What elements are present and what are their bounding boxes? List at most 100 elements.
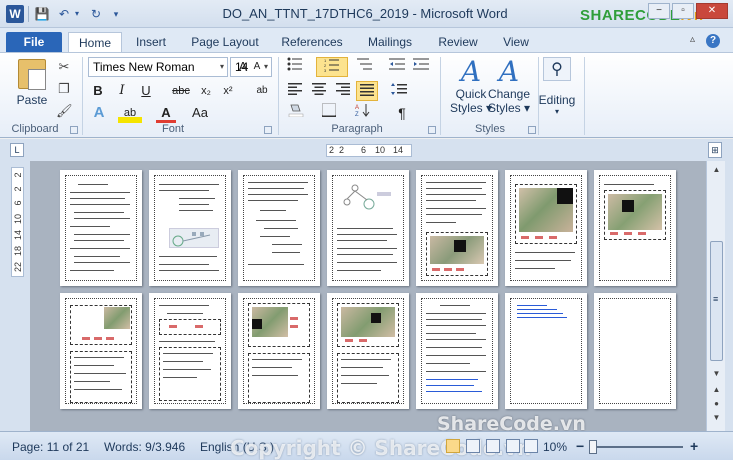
sort-icon[interactable]: AZ (352, 103, 374, 123)
text-effects-button[interactable]: A (88, 103, 110, 123)
text-line (341, 383, 377, 384)
page-thumbnail[interactable] (594, 293, 676, 409)
scroll-thumb[interactable]: ≡ (710, 241, 723, 361)
copy-icon[interactable]: ❐ (56, 81, 72, 97)
word-app-icon[interactable]: W (6, 5, 24, 23)
minimize-button[interactable]: − (648, 3, 670, 19)
page-count[interactable]: Page: 11 of 21 (12, 440, 89, 454)
justify-icon[interactable] (356, 81, 378, 101)
select-browse-object-icon[interactable]: ● (710, 399, 723, 411)
tab-home[interactable]: Home (68, 32, 122, 52)
page-thumbnail[interactable] (327, 170, 409, 286)
editing-button[interactable]: ⚲ Editing ▾ (536, 57, 578, 121)
help-icon[interactable]: ? (706, 34, 720, 48)
change-case-button[interactable]: Aa (188, 103, 212, 123)
superscript-button[interactable]: x² (218, 81, 238, 101)
font-launcher-icon[interactable] (264, 126, 272, 134)
tab-page-layout[interactable]: Page Layout (186, 32, 264, 52)
horizontal-ruler[interactable]: 2 2 6 10 14 (326, 144, 412, 157)
previous-page-icon[interactable]: ▲ (710, 385, 723, 397)
zoom-in-button[interactable]: + (690, 438, 698, 454)
increase-indent-icon[interactable] (410, 57, 432, 77)
page-thumbnail[interactable] (149, 293, 231, 409)
decrease-indent-icon[interactable] (386, 57, 408, 77)
bullets-icon[interactable] (284, 57, 306, 77)
format-painter-icon[interactable]: 🖌 (56, 103, 73, 119)
bold-button[interactable]: B (88, 81, 108, 101)
tab-view[interactable]: View (494, 32, 538, 52)
phonetic-guide-icon[interactable]: ab (252, 81, 272, 101)
next-page-icon[interactable]: ▼ (710, 413, 723, 425)
undo-icon[interactable]: ↶ (56, 6, 72, 22)
undo-dropdown-icon[interactable]: ▾ (72, 6, 82, 22)
page-thumbnail[interactable] (594, 170, 676, 286)
vertical-ruler[interactable]: 2 2 6 10 14 18 22 (11, 167, 24, 277)
font-name-box[interactable]: Times New Roman ▾ (88, 57, 228, 77)
document-canvas[interactable]: ShareCode.vn (30, 161, 706, 431)
font-color-button[interactable]: A (156, 103, 176, 123)
underline-button[interactable]: U (136, 81, 156, 101)
page-thumbnail[interactable] (60, 170, 142, 286)
word-count[interactable]: Words: 9/3.946 (104, 440, 185, 454)
restore-button[interactable]: ▫ (672, 3, 694, 19)
italic-button[interactable]: I (112, 81, 132, 101)
zoom-slider-thumb[interactable] (589, 440, 597, 454)
full-screen-reading-icon[interactable] (466, 439, 480, 453)
paste-icon[interactable] (18, 59, 46, 90)
zoom-level[interactable]: 10% (543, 440, 567, 454)
paste-button[interactable]: Paste (14, 93, 50, 107)
page-thumbnail[interactable] (327, 293, 409, 409)
vertical-scrollbar[interactable]: ▲ ≡ ▼ ▲ ● ▼ (706, 161, 725, 431)
shrink-font-icon[interactable]: A (250, 57, 264, 77)
cut-icon[interactable]: ✂ (56, 59, 72, 75)
page-thumbnail[interactable] (416, 293, 498, 409)
change-styles-button[interactable]: A Change Styles ▾ (482, 57, 536, 121)
line-spacing-icon[interactable] (386, 81, 412, 101)
close-button[interactable]: ✕ (696, 3, 728, 19)
print-layout-icon[interactable] (446, 439, 460, 453)
scroll-down-icon[interactable]: ▼ (710, 369, 723, 381)
align-right-icon[interactable] (332, 81, 354, 101)
page-thumbnail[interactable] (238, 293, 320, 409)
strikethrough-button[interactable]: abc (168, 81, 194, 101)
styles-launcher-icon[interactable] (528, 126, 536, 134)
grow-font-icon[interactable]: A (236, 57, 250, 77)
web-layout-icon[interactable] (486, 439, 500, 453)
zoom-out-button[interactable]: − (576, 438, 584, 454)
page-thumbnail[interactable] (505, 170, 587, 286)
text-line (248, 200, 298, 201)
tab-review[interactable]: Review (432, 32, 484, 52)
show-hide-marks-button[interactable]: ¶ (392, 103, 412, 123)
tab-insert[interactable]: Insert (126, 32, 176, 52)
numbering-icon[interactable]: 123 (316, 57, 348, 77)
redo-icon[interactable]: ↻ (88, 6, 104, 22)
chevron-down-icon[interactable]: ▾ (264, 58, 268, 76)
page-thumbnail[interactable] (60, 293, 142, 409)
align-left-icon[interactable] (284, 81, 306, 101)
tab-mailings[interactable]: Mailings (360, 32, 420, 52)
customize-quick-access-icon[interactable]: ▾ (110, 6, 122, 22)
zoom-slider[interactable] (593, 446, 683, 448)
shading-icon[interactable] (284, 103, 308, 123)
borders-icon[interactable] (316, 103, 342, 123)
highlight-button[interactable]: ab (118, 103, 142, 123)
scroll-up-icon[interactable]: ▲ (710, 165, 723, 177)
align-center-icon[interactable] (308, 81, 330, 101)
page-thumbnail[interactable] (149, 170, 231, 286)
page-thumbnail[interactable] (505, 293, 587, 409)
paragraph-launcher-icon[interactable] (428, 126, 436, 134)
page-thumbnail[interactable] (416, 170, 498, 286)
tab-file[interactable]: File (6, 32, 62, 52)
subscript-button[interactable]: x₂ (196, 81, 216, 101)
page-thumbnail[interactable] (238, 170, 320, 286)
clipboard-launcher-icon[interactable] (70, 126, 78, 134)
view-ruler-icon[interactable]: ⊞ (708, 142, 722, 158)
chevron-down-icon[interactable]: ▾ (220, 58, 224, 76)
save-icon[interactable]: 💾 (34, 6, 50, 22)
multilevel-list-icon[interactable] (352, 57, 378, 77)
tab-selector[interactable]: L (10, 143, 24, 157)
outline-view-icon[interactable] (506, 439, 520, 453)
minimize-ribbon-icon[interactable]: ▵ (690, 34, 695, 45)
draft-view-icon[interactable] (524, 439, 538, 453)
tab-references[interactable]: References (276, 32, 348, 52)
